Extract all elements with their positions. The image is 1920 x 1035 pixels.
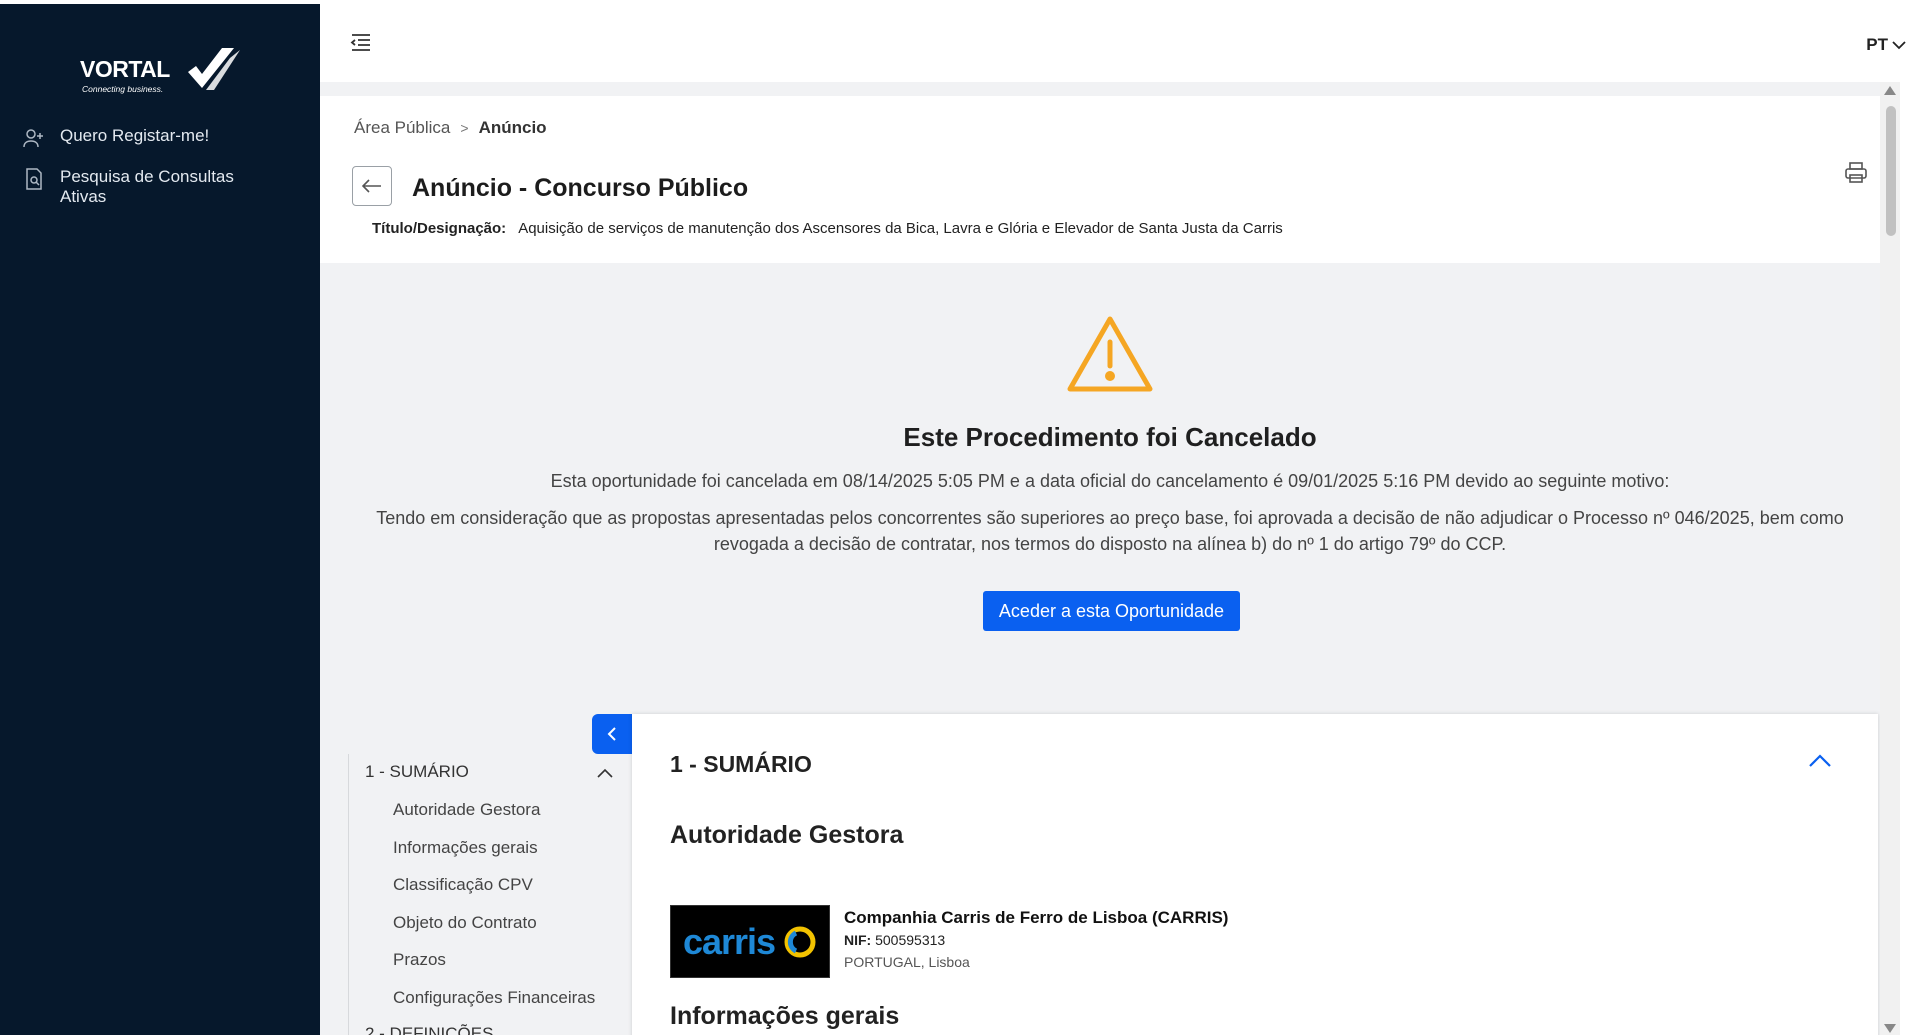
cancellation-date-text: Esta oportunidade foi cancelada em 08/14… [550,471,1670,491]
titulo-label: Título/Designação: [372,220,507,237]
toc-item-informacoes-gerais[interactable]: Informações gerais [393,838,538,858]
back-button[interactable] [352,166,392,206]
toc-section-summary[interactable]: 1 - SUMÁRIO [365,762,469,782]
top-bar: PT [320,4,1920,82]
arrow-left-icon [362,179,381,193]
brand-wordmark: VORTAL [80,56,170,82]
sidebar: VORTAL Connecting business. Quero Regist… [0,4,320,1035]
page-title: Anúncio - Concurso Público [412,174,749,202]
titulo-designacao: Título/Designação: Aquisição de serviços… [372,220,1283,237]
breadcrumb-root[interactable]: Área Pública [354,118,450,138]
breadcrumb-current: Anúncio [478,118,547,137]
general-info-heading: Informações gerais [670,1002,900,1030]
sidebar-item-search-active[interactable]: Pesquisa de Consultas Ativas [22,167,260,207]
toc-item-prazos[interactable]: Prazos [393,950,446,970]
brand-check-icon [188,48,240,90]
toc-section-definicoes[interactable]: 2 - DEFINIÇÕES [365,1024,493,1035]
main-content: Área Pública > Anúncio Anúncio - Concurs… [320,82,1900,1035]
entity-location: PORTUGAL, Lisboa [844,954,970,970]
nif-value: 500595313 [875,932,946,948]
menu-collapse-icon[interactable] [350,32,374,54]
entity-name: Companhia Carris de Ferro de Lisboa (CAR… [844,908,1229,927]
summary-card: 1 - SUMÁRIO Autoridade Gestora carris Co… [632,714,1878,1035]
user-plus-icon [22,127,46,149]
vortal-logo[interactable]: VORTAL Connecting business. [80,40,250,100]
sidebar-item-register[interactable]: Quero Registar-me! [22,126,209,149]
scroll-up-arrow[interactable] [1884,86,1896,95]
toc-item-objeto-contrato[interactable]: Objeto do Contrato [393,913,537,933]
toc-item-configuracoes-financeiras[interactable]: Configurações Financeiras [393,988,595,1008]
chevron-down-icon [1892,41,1906,50]
chevron-up-icon[interactable] [597,768,613,778]
chevron-up-icon[interactable] [1808,754,1832,768]
toc-item-autoridade-gestora[interactable]: Autoridade Gestora [393,800,540,820]
brand-tagline: Connecting business. [82,84,164,94]
carris-logo: carris [670,905,830,978]
toc-item-classificacao-cpv[interactable]: Classificação CPV [393,875,533,895]
entity-nif: NIF: 500595313 [844,932,945,948]
cancellation-reason: Tendo em consideração que as propostas a… [376,508,1844,554]
breadcrumb-separator: > [460,120,469,136]
scroll-thumb[interactable] [1886,106,1896,236]
authority-heading: Autoridade Gestora [670,821,904,849]
vertical-scrollbar[interactable] [1880,82,1900,1035]
document-search-icon [22,168,46,190]
chevron-left-icon [607,727,616,741]
table-of-contents: 1 - SUMÁRIO Autoridade Gestora Informaçõ… [348,754,632,1035]
carris-mark-icon [784,926,816,957]
language-selector[interactable]: PT [1866,35,1906,55]
nif-label: NIF: [844,932,872,948]
titulo-value: Aquisição de serviços de manutenção dos … [518,220,1283,237]
carris-logo-text: carris [682,920,776,962]
language-code: PT [1866,35,1888,54]
announcement-header: Área Pública > Anúncio Anúncio - Concurs… [320,96,1900,263]
sidebar-item-label: Pesquisa de Consultas Ativas [60,167,234,206]
sidebar-item-label: Quero Registar-me! [60,126,210,145]
warning-triangle-icon [1065,314,1155,399]
cancellation-title: Este Procedimento foi Cancelado [903,422,1317,452]
access-opportunity-button[interactable]: Aceder a esta Oportunidade [983,591,1240,631]
scroll-down-arrow[interactable] [1884,1024,1896,1033]
toc-collapse-button[interactable] [592,714,632,754]
breadcrumb: Área Pública > Anúncio [354,118,547,138]
summary-title: 1 - SUMÁRIO [670,751,812,777]
print-icon[interactable] [1844,162,1872,188]
